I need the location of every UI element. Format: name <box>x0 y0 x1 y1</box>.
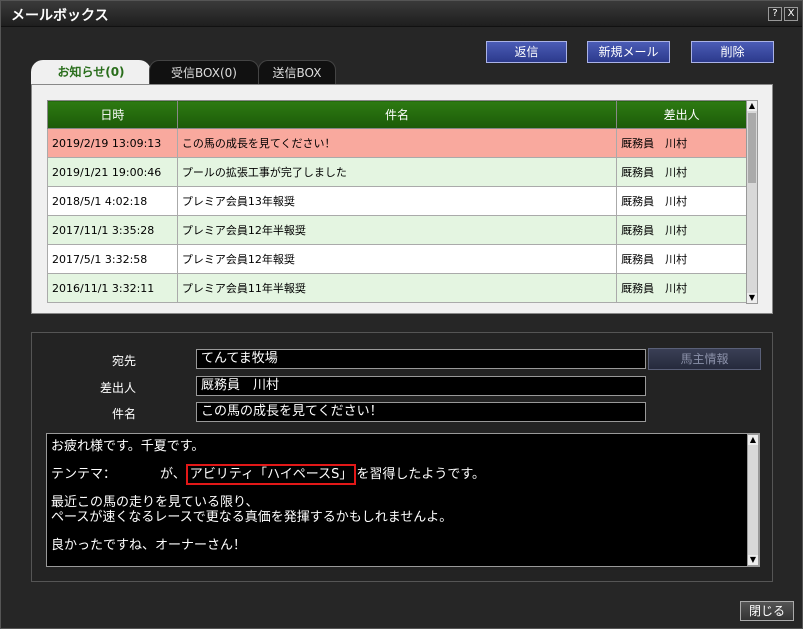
scroll-thumb[interactable] <box>748 113 756 183</box>
mail-body: お疲れ様です。千夏です。 テンテマ： が、 アビリティ「ハイペースS」 を習得したよう… <box>46 433 760 567</box>
to-field: てんてま牧場 <box>196 349 646 369</box>
to-label: 宛先 <box>111 354 136 368</box>
body-line-4: ペースが速くなるレースで更なる真価を発揮するかもしれませんよ。 <box>51 510 453 525</box>
table-header-row: 日時 件名 差出人 <box>47 100 747 129</box>
tab-inbox[interactable]: 受信BOX(0) <box>149 60 259 84</box>
cell-date: 2019/2/19 13:09:13 <box>47 128 178 158</box>
subject-field: この馬の成長を見てください！ <box>196 402 646 422</box>
cell-sender: 厩務員 川村 <box>616 273 747 303</box>
mail-list-scrollbar[interactable]: ▲ ▼ <box>746 100 758 304</box>
cell-subject: プレミア会員13年報奨 <box>176 186 618 216</box>
close-button[interactable]: 閉じる <box>740 601 794 621</box>
subject-label: 件名 <box>111 407 136 421</box>
tab-sent[interactable]: 送信BOX <box>258 60 336 84</box>
cell-subject: この馬の成長を見てください！ <box>176 128 618 158</box>
scroll-up-arrow-icon[interactable]: ▲ <box>747 101 757 111</box>
body-line-2: テンテマ： が、 アビリティ「ハイペースS」 を習得したようです。 <box>51 463 486 485</box>
cell-date: 2019/1/21 19:00:46 <box>47 157 178 187</box>
cell-date: 2017/5/1 3:32:58 <box>47 244 178 274</box>
title-bar: メールボックス ? X <box>1 1 802 27</box>
reply-button[interactable]: 返信 <box>486 41 567 63</box>
window-close-button[interactable]: X <box>784 7 798 21</box>
ability-highlight: アビリティ「ハイペースS」 <box>185 464 357 485</box>
learned-text: を習得したようです。 <box>356 467 486 482</box>
cell-subject: プールの拡張工事が完了しました <box>176 157 618 187</box>
ga-text: が、 <box>160 467 186 482</box>
scroll-down-arrow-icon[interactable]: ▼ <box>748 555 758 565</box>
scroll-up-arrow-icon[interactable]: ▲ <box>748 435 758 445</box>
cell-subject: プレミア会員11年半報奨 <box>176 273 618 303</box>
horse-name-label: テンテマ： <box>51 467 117 482</box>
new-mail-button[interactable]: 新規メール <box>587 41 670 63</box>
cell-sender: 厩務員 川村 <box>616 215 747 245</box>
body-line-1: お疲れ様です。千夏です。 <box>51 439 205 454</box>
from-field: 厩務員 川村 <box>196 376 646 396</box>
cell-sender: 厩務員 川村 <box>616 186 747 216</box>
delete-button[interactable]: 削除 <box>691 41 774 63</box>
table-row[interactable]: 2016/11/1 3:32:11 プレミア会員11年半報奨 厩務員 川村 <box>47 273 747 303</box>
cell-sender: 厩務員 川村 <box>616 157 747 187</box>
tab-notices[interactable]: お知らせ(0) <box>31 60 151 84</box>
help-button[interactable]: ? <box>768 7 782 21</box>
mail-body-scrollbar[interactable]: ▲ ▼ <box>747 434 759 566</box>
column-header-sender[interactable]: 差出人 <box>616 100 747 129</box>
table-row[interactable]: 2017/5/1 3:32:58 プレミア会員12年報奨 厩務員 川村 <box>47 244 747 274</box>
cell-date: 2018/5/1 4:02:18 <box>47 186 178 216</box>
mail-list-table: 日時 件名 差出人 2019/2/19 13:09:13 この馬の成長を見てくだ… <box>47 100 747 303</box>
from-label: 差出人 <box>99 381 136 395</box>
cell-date: 2017/11/1 3:35:28 <box>47 215 178 245</box>
owner-info-button[interactable]: 馬主情報 <box>648 348 761 370</box>
cell-subject: プレミア会員12年半報奨 <box>176 215 618 245</box>
mail-detail-panel: 宛先 てんてま牧場 差出人 厩務員 川村 件名 この馬の成長を見てください！ 馬… <box>31 332 773 582</box>
cell-date: 2016/11/1 3:32:11 <box>47 273 178 303</box>
table-row[interactable]: 2019/1/21 19:00:46 プールの拡張工事が完了しました 厩務員 川… <box>47 157 747 187</box>
column-header-date[interactable]: 日時 <box>47 100 178 129</box>
body-line-5: 良かったですね、オーナーさん！ <box>51 538 247 553</box>
window-title: メールボックス <box>11 8 109 24</box>
mailbox-window: メールボックス ? X 返信 新規メール 削除 お知らせ(0) 受信BOX(0)… <box>0 0 803 629</box>
scroll-down-arrow-icon[interactable]: ▼ <box>747 293 757 303</box>
table-row[interactable]: 2018/5/1 4:02:18 プレミア会員13年報奨 厩務員 川村 <box>47 186 747 216</box>
table-row[interactable]: 2019/2/19 13:09:13 この馬の成長を見てください！ 厩務員 川村 <box>47 128 747 158</box>
mail-list-panel: 日時 件名 差出人 2019/2/19 13:09:13 この馬の成長を見てくだ… <box>31 84 773 314</box>
cell-sender: 厩務員 川村 <box>616 128 747 158</box>
cell-subject: プレミア会員12年報奨 <box>176 244 618 274</box>
table-row[interactable]: 2017/11/1 3:35:28 プレミア会員12年半報奨 厩務員 川村 <box>47 215 747 245</box>
column-header-subject[interactable]: 件名 <box>176 100 618 129</box>
cell-sender: 厩務員 川村 <box>616 244 747 274</box>
